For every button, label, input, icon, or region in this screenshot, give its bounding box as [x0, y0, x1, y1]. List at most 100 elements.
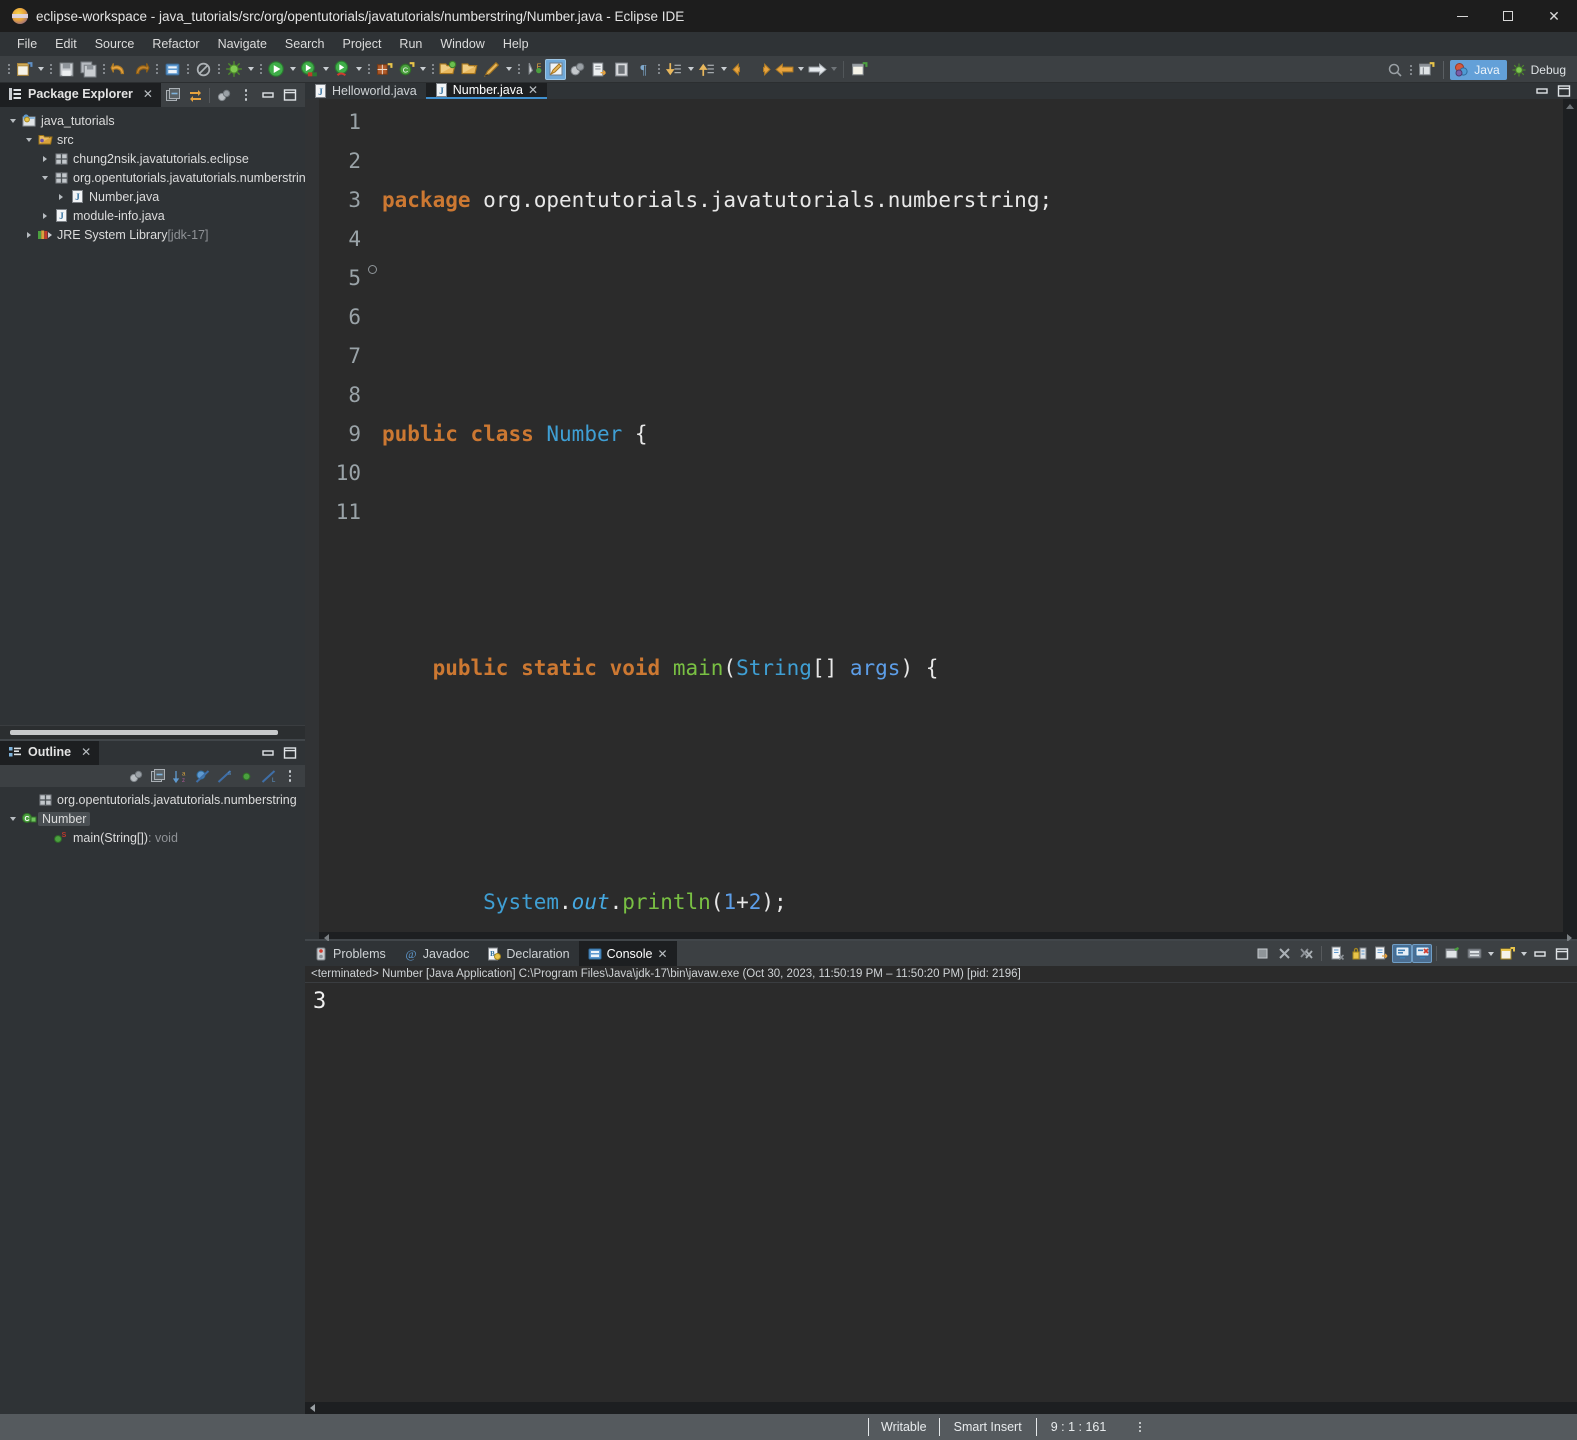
chevron-right-icon[interactable] — [54, 187, 68, 206]
forward-dropdown[interactable] — [828, 58, 839, 80]
chevron-down-icon[interactable] — [6, 111, 20, 130]
toggle-mark-occurrences-icon[interactable]: F — [523, 58, 545, 80]
link-with-editor-icon[interactable] — [184, 84, 206, 106]
new-class-icon[interactable]: C — [395, 58, 417, 80]
editor-annotation-ruler[interactable] — [305, 99, 319, 932]
tree-row[interactable]: J Number.java — [0, 187, 305, 206]
menu-window[interactable]: Window — [431, 34, 493, 54]
close-icon[interactable]: ✕ — [81, 745, 91, 759]
run-coverage-dropdown[interactable] — [320, 58, 331, 80]
menu-file[interactable]: File — [8, 34, 46, 54]
chevron-down-icon[interactable] — [38, 168, 52, 187]
editor-hscrollbar[interactable] — [319, 931, 1577, 942]
chevron-right-icon[interactable] — [38, 206, 52, 225]
print-icon[interactable] — [161, 58, 183, 80]
hide-nonpublic-icon[interactable] — [235, 765, 257, 787]
show-whitespace-icon[interactable] — [610, 58, 632, 80]
console-hscrollbar[interactable] — [305, 1402, 1577, 1414]
tree-row[interactable]: org.opentutorials.javatutorials.numberst… — [0, 790, 305, 809]
menu-search[interactable]: Search — [276, 34, 334, 54]
scroll-up-arrow-icon[interactable] — [1566, 104, 1574, 109]
perspective-java[interactable]: Java — [1450, 59, 1507, 80]
close-icon[interactable]: ✕ — [143, 87, 153, 101]
redo-icon[interactable] — [130, 58, 152, 80]
editor-tab-number[interactable]: J Number.java ✕ — [425, 83, 548, 99]
chevron-right-icon[interactable] — [38, 149, 52, 168]
tab-package-explorer[interactable]: Package Explorer ✕ — [0, 83, 161, 107]
show-console-on-error-icon[interactable] — [1412, 944, 1432, 963]
console-output-area[interactable]: 3 — [305, 983, 1577, 1402]
hide-static-icon[interactable]: s — [213, 765, 235, 787]
run-external-icon[interactable] — [331, 58, 353, 80]
minimize-icon[interactable] — [257, 742, 279, 764]
remove-launch-icon[interactable] — [1273, 943, 1295, 965]
pin-console-icon[interactable] — [1441, 943, 1463, 965]
chevron-down-icon[interactable] — [6, 809, 20, 828]
open-task-icon[interactable] — [459, 58, 481, 80]
no-search-icon[interactable] — [192, 58, 214, 80]
new-package-icon[interactable] — [373, 58, 395, 80]
open-console-icon[interactable] — [1496, 943, 1518, 965]
status-menu-icon[interactable] — [1134, 1419, 1146, 1435]
new-wizard-icon[interactable] — [13, 58, 35, 80]
menu-edit[interactable]: Edit — [46, 34, 86, 54]
tree-row[interactable]: chung2nsik.javatutorials.eclipse — [0, 149, 305, 168]
view-menu-icon[interactable] — [235, 84, 257, 106]
new-wizard-dropdown[interactable] — [35, 58, 46, 80]
tree-row[interactable]: S main(String[]) : void — [0, 828, 305, 847]
open-perspective-icon[interactable] — [1415, 59, 1437, 81]
maximize-icon[interactable] — [1551, 943, 1573, 965]
minimize-icon[interactable] — [257, 84, 279, 106]
scroll-left-arrow-icon[interactable] — [310, 1404, 315, 1412]
menu-source[interactable]: Source — [86, 34, 144, 54]
run-icon[interactable] — [265, 58, 287, 80]
tab-javadoc[interactable]: @ Javadoc — [395, 941, 479, 966]
chevron-down-icon[interactable] — [22, 130, 36, 149]
tree-row[interactable]: java_tutorials — [0, 111, 305, 130]
display-selected-console-icon[interactable] — [1463, 943, 1485, 965]
view-menu-icon[interactable] — [279, 765, 301, 787]
menu-refactor[interactable]: Refactor — [143, 34, 208, 54]
debug-icon[interactable] — [223, 58, 245, 80]
package-explorer-hscrollbar[interactable] — [0, 725, 305, 739]
skip-breakpoints-icon[interactable] — [545, 58, 566, 80]
view-menu-focus-icon[interactable] — [213, 84, 235, 106]
tree-row[interactable]: JRE System Library [jdk-17] — [0, 225, 305, 244]
tab-problems[interactable]: Problems — [305, 941, 395, 966]
tab-console[interactable]: Console ✕ — [578, 941, 677, 966]
collapse-all-icon[interactable] — [147, 765, 169, 787]
package-explorer-tree[interactable]: java_tutorials src chung2nsik.javatutori… — [0, 107, 305, 725]
source-code[interactable]: package org.opentutorials.javatutorials.… — [380, 99, 1563, 932]
menu-project[interactable]: Project — [334, 34, 391, 54]
editor-vscrollbar[interactable] — [1563, 99, 1577, 932]
toolbar-drag-handle[interactable] — [5, 60, 12, 78]
back-icon[interactable] — [773, 58, 795, 80]
back-arrow-icon[interactable] — [729, 58, 751, 80]
undo-icon[interactable] — [108, 58, 130, 80]
scroll-thumb[interactable] — [10, 730, 278, 735]
scroll-lock-icon[interactable] — [1348, 943, 1370, 965]
new-class-dropdown[interactable] — [417, 58, 428, 80]
run-dropdown[interactable] — [287, 58, 298, 80]
close-window-button[interactable]: ✕ — [1531, 0, 1577, 32]
maximize-icon[interactable] — [279, 742, 301, 764]
search-references-icon[interactable] — [588, 58, 610, 80]
chevron-right-icon[interactable] — [22, 225, 36, 244]
pencil-icon[interactable] — [481, 58, 503, 80]
save-all-icon[interactable] — [77, 58, 99, 80]
terminate-icon[interactable] — [1251, 943, 1273, 965]
close-icon[interactable]: ✕ — [657, 947, 667, 961]
menu-run[interactable]: Run — [390, 34, 431, 54]
tree-row[interactable]: org.opentutorials.javatutorials.numberst… — [0, 168, 305, 187]
minimize-icon[interactable] — [1529, 943, 1551, 965]
editor-tab-helloworld[interactable]: J Helloworld.java — [305, 83, 426, 99]
folding-ruler[interactable] — [367, 99, 380, 932]
next-annotation-icon[interactable] — [663, 58, 685, 80]
show-console-on-output-icon[interactable] — [1392, 944, 1412, 963]
open-console-dropdown[interactable] — [1518, 943, 1529, 965]
code-viewport[interactable]: 1 2 3 4 5 6 7 8 9 10 11 package org.open… — [319, 99, 1563, 932]
tree-row[interactable]: J module-info.java — [0, 206, 305, 225]
next-annotation-dropdown[interactable] — [685, 58, 696, 80]
open-type-icon[interactable] — [437, 58, 459, 80]
tab-outline[interactable]: Outline ✕ — [0, 741, 100, 765]
